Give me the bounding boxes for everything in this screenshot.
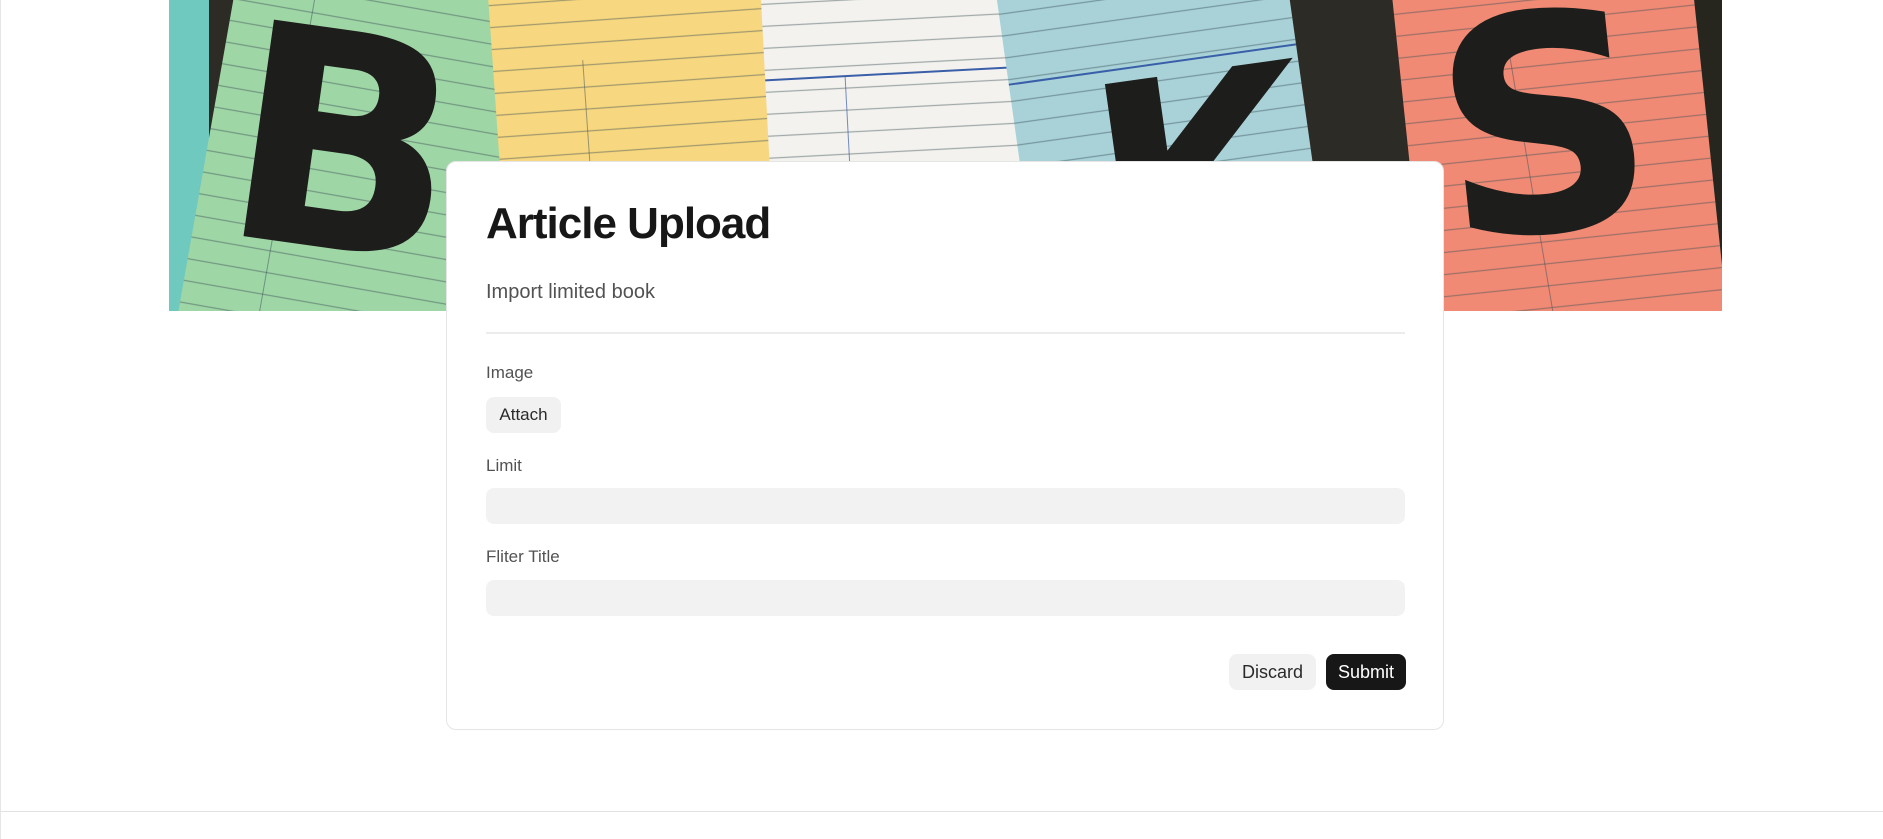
footer-divider bbox=[0, 811, 1883, 812]
article-upload-card: Article Upload Import limited book Image… bbox=[446, 161, 1444, 730]
filter-title-field-label: Fliter Title bbox=[486, 547, 560, 566]
submit-button[interactable]: Submit bbox=[1326, 654, 1406, 690]
header-divider bbox=[486, 332, 1405, 334]
limit-input[interactable] bbox=[486, 488, 1405, 524]
page-subtitle: Import limited book bbox=[486, 281, 655, 303]
svg-text:B: B bbox=[206, 0, 481, 311]
page-left-border bbox=[0, 0, 1, 839]
svg-text:S: S bbox=[1419, 0, 1670, 311]
image-field-label: Image bbox=[486, 363, 534, 382]
discard-button[interactable]: Discard bbox=[1229, 654, 1316, 690]
page-title: Article Upload bbox=[486, 199, 771, 248]
limit-field-label: Limit bbox=[486, 456, 522, 475]
filter-title-input[interactable] bbox=[486, 580, 1405, 616]
attach-image-button[interactable]: Attach bbox=[486, 397, 561, 433]
